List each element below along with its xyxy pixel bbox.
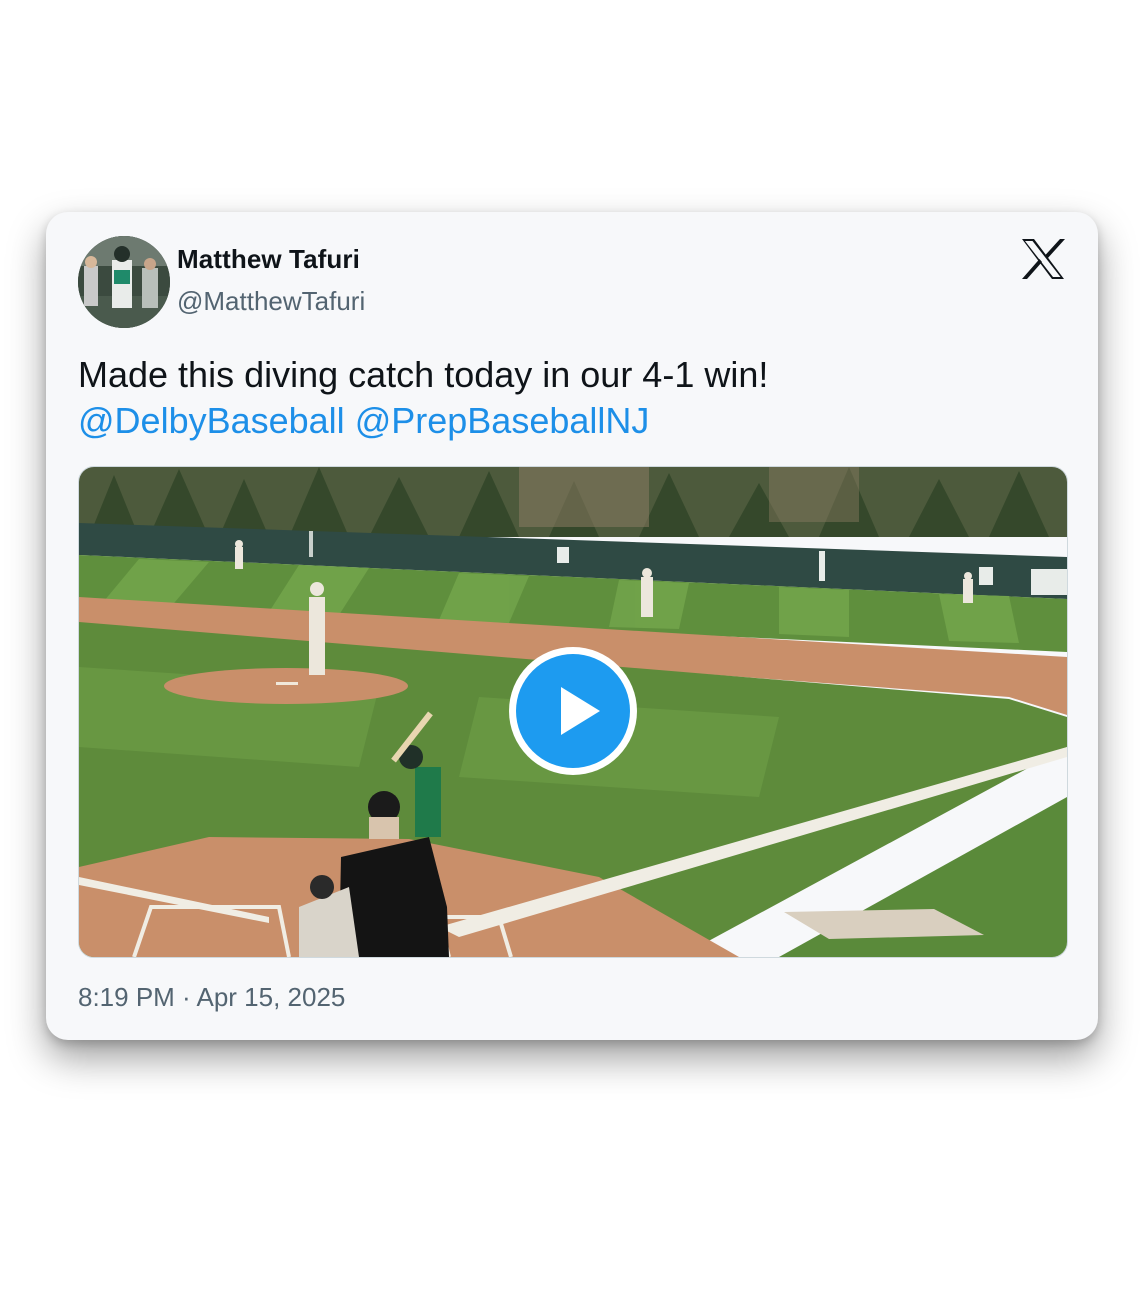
tweet-timestamp[interactable]: 8:19 PM · Apr 15, 2025 <box>78 982 345 1013</box>
author-handle[interactable]: @MatthewTafuri <box>177 286 365 317</box>
avatar-image <box>78 236 170 328</box>
tweet-mentions: @DelbyBaseball @PrepBaseballNJ <box>78 398 1068 444</box>
play-icon <box>516 654 630 768</box>
tweet-body: Made this diving catch today in our 4-1 … <box>78 354 769 395</box>
x-logo-icon[interactable] <box>1020 238 1066 280</box>
mention-link[interactable]: @DelbyBaseball <box>78 400 345 441</box>
play-button[interactable] <box>509 647 637 775</box>
tweet-text: Made this diving catch today in our 4-1 … <box>78 352 1068 444</box>
tweet-card[interactable]: Matthew Tafuri @MatthewTafuri Made this … <box>46 212 1098 1040</box>
avatar[interactable] <box>78 236 170 328</box>
video-thumbnail[interactable] <box>78 466 1068 958</box>
author-name[interactable]: Matthew Tafuri <box>177 244 360 275</box>
mention-link[interactable]: @PrepBaseballNJ <box>355 400 650 441</box>
